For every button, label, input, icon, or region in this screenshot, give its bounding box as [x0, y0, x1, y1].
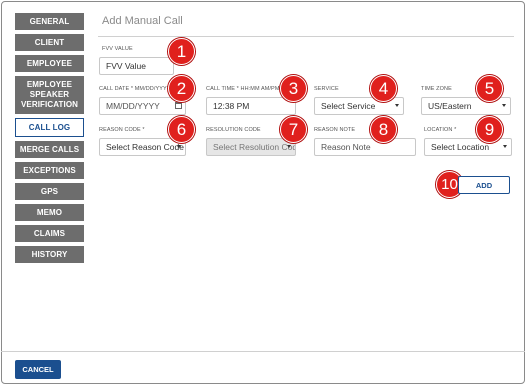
resolution-code-selected-value: Select Resolution Code — [213, 142, 296, 152]
service-label: SERVICE — [314, 86, 339, 92]
reason-code-label: REASON CODE * — [99, 127, 145, 133]
call-date-field[interactable]: MM/DD/YYYY — [99, 97, 186, 115]
resolution-code-select[interactable]: Select Resolution Code — [206, 138, 296, 156]
reason-code-select[interactable]: Select Reason Code — [99, 138, 186, 156]
reason-note-label: REASON NOTE — [314, 127, 356, 133]
callout-badge-2: 2 — [168, 75, 195, 102]
call-date-placeholder: MM/DD/YYYY — [106, 101, 160, 111]
callout-badge-1: 1 — [168, 38, 195, 65]
call-date-label: CALL DATE * MM/DD/YYYY — [99, 86, 171, 92]
resolution-code-label: RESOLUTION CODE — [206, 127, 261, 133]
fvv-value-field[interactable]: FVV Value — [99, 57, 174, 75]
calendar-icon[interactable] — [175, 102, 182, 109]
callout-badge-5: 5 — [476, 75, 503, 102]
time-zone-label: TIME ZONE — [421, 86, 452, 92]
sidebar-item-general[interactable]: GENERAL — [15, 13, 84, 30]
chevron-down-icon — [395, 104, 399, 107]
chevron-down-icon — [177, 145, 181, 148]
sidebar-item-exceptions[interactable]: EXCEPTIONS — [15, 162, 84, 179]
location-selected-value: Select Location — [431, 142, 490, 152]
location-select[interactable]: Select Location — [424, 138, 512, 156]
add-button[interactable]: ADD — [458, 176, 510, 194]
reason-code-selected-value: Select Reason Code — [106, 142, 184, 152]
time-zone-selected-value: US/Eastern — [428, 101, 472, 111]
sidebar-item-employee[interactable]: EMPLOYEE — [15, 55, 84, 72]
time-zone-select[interactable]: US/Eastern — [421, 97, 511, 115]
callout-badge-8: 8 — [370, 116, 397, 143]
sidebar-item-call-log[interactable]: CALL LOG — [15, 118, 84, 137]
chevron-down-icon — [503, 145, 507, 148]
footer-divider — [1, 351, 525, 352]
sidebar-item-history[interactable]: HISTORY — [15, 246, 84, 263]
sidebar-item-merge-calls[interactable]: MERGE CALLS — [15, 141, 84, 158]
chevron-down-icon — [287, 145, 291, 148]
sidebar: GENERAL CLIENT EMPLOYEE EMPLOYEE SPEAKER… — [15, 13, 84, 267]
page-title: Add Manual Call — [102, 15, 183, 27]
callout-badge-4: 4 — [370, 75, 397, 102]
location-label: LOCATION * — [424, 127, 457, 133]
cancel-button[interactable]: CANCEL — [15, 360, 61, 379]
sidebar-item-memo[interactable]: MEMO — [15, 204, 84, 221]
sidebar-item-claims[interactable]: CLAIMS — [15, 225, 84, 242]
callout-badge-9: 9 — [476, 116, 503, 143]
sidebar-item-gps[interactable]: GPS — [15, 183, 84, 200]
title-divider — [98, 36, 514, 37]
call-time-field[interactable]: 12:38 PM — [206, 97, 296, 115]
sidebar-item-employee-speaker-verification[interactable]: EMPLOYEE SPEAKER VERIFICATION — [15, 76, 84, 114]
service-selected-value: Select Service — [321, 101, 376, 111]
sidebar-item-client[interactable]: CLIENT — [15, 34, 84, 51]
callout-badge-3: 3 — [280, 75, 307, 102]
reason-note-field[interactable]: Reason Note — [314, 138, 416, 156]
callout-badge-6: 6 — [168, 116, 195, 143]
chevron-down-icon — [502, 104, 506, 107]
call-time-label: CALL TIME * HH:MM AM/PM — [206, 86, 280, 92]
fvv-value-label: FVV VALUE — [102, 46, 133, 52]
callout-badge-7: 7 — [280, 116, 307, 143]
